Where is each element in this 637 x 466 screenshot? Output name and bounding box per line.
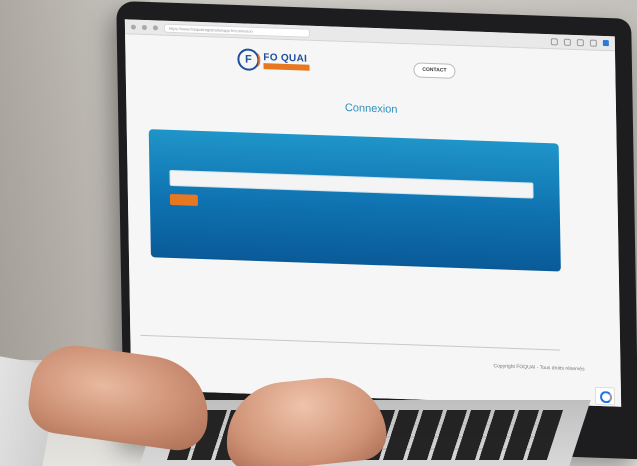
menu-icon[interactable] — [589, 39, 597, 47]
toolbar-icons — [550, 37, 609, 47]
back-icon[interactable] — [130, 24, 136, 30]
forward-icon[interactable] — [141, 24, 147, 30]
address-bar[interactable]: https://www.fosquairegistrationapp.fr/co… — [163, 23, 310, 38]
settings-icon[interactable] — [576, 38, 584, 46]
copyright-text: Copyright FOQUAI - Tous droits réservés — [493, 363, 585, 373]
reload-icon[interactable] — [152, 24, 158, 30]
login-panel — [148, 129, 561, 272]
logo-wordmark: FO QUAI — [263, 52, 310, 71]
recaptcha-icon[interactable] — [594, 386, 616, 406]
logo-emblem-icon: F — [237, 48, 260, 72]
submit-button[interactable] — [169, 193, 199, 206]
profile-icon[interactable] — [602, 39, 609, 46]
page-title: Connexion — [344, 101, 398, 116]
login-input[interactable] — [169, 169, 534, 199]
web-page: F FO QUAI CONTACT Connexion Copyright FO… — [125, 34, 622, 407]
photo-scene: https://www.fosquairegistrationapp.fr/co… — [0, 0, 637, 466]
contact-button[interactable]: CONTACT — [413, 62, 456, 79]
logo-band — [263, 62, 310, 71]
site-logo[interactable]: F FO QUAI — [237, 48, 310, 73]
laptop-screen: https://www.fosquairegistrationapp.fr/co… — [124, 19, 622, 407]
footer-divider — [140, 334, 561, 351]
extension-icon[interactable] — [563, 38, 571, 46]
star-icon[interactable] — [550, 37, 558, 45]
